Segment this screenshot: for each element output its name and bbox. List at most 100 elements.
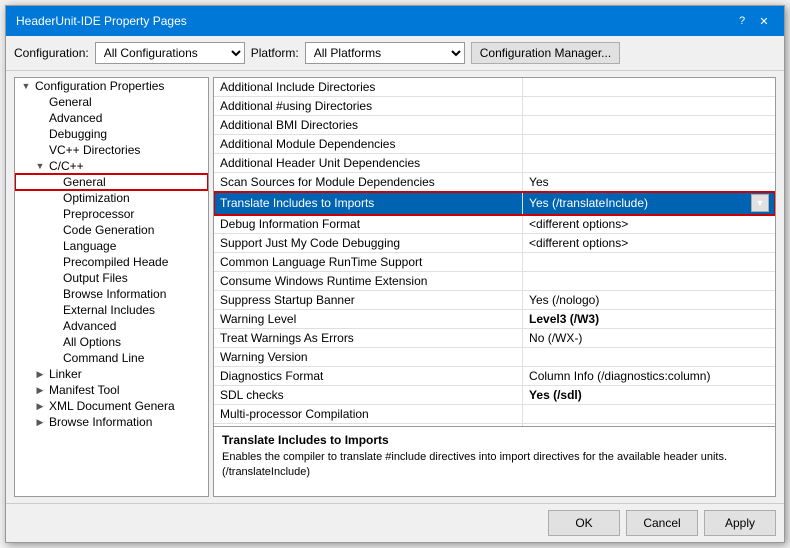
tree-label-browse-info2: Browse Information [47,415,152,429]
prop-value-cell[interactable]: Yes (/translateInclude)▼ [523,192,775,215]
tree-label-general: General [47,95,92,109]
tree-item-code-gen[interactable]: Code Generation [15,222,208,238]
prop-name-cell: Additional BMI Directories [214,116,523,135]
table-row[interactable]: Warning Version [214,348,775,367]
tree-item-cpp[interactable]: ▼C/C++ [15,158,208,174]
description-text: Enables the compiler to translate #inclu… [222,450,767,481]
table-row[interactable]: Suppress Startup BannerYes (/nologo) [214,291,775,310]
tree-label-manifest-tool: Manifest Tool [47,383,119,397]
configuration-select[interactable]: All Configurations [95,42,245,64]
prop-value-cell: Yes [523,173,775,192]
table-row[interactable]: Additional Include Directories [214,78,775,97]
tree-expand-browse-info [47,287,61,301]
table-row[interactable]: Consume Windows Runtime Extension [214,272,775,291]
bottom-bar: OK Cancel Apply [6,503,784,542]
tree-item-output-files[interactable]: Output Files [15,270,208,286]
tree-item-command-line[interactable]: Command Line [15,350,208,366]
table-row[interactable]: Additional #using Directories [214,97,775,116]
prop-name-cell: Additional Header Unit Dependencies [214,154,523,173]
table-row[interactable]: Diagnostics FormatColumn Info (/diagnost… [214,367,775,386]
tree-expand-debugging [33,127,47,141]
tree-item-debugging[interactable]: Debugging [15,126,208,142]
prop-name-cell: Additional Module Dependencies [214,135,523,154]
tree-item-optimization[interactable]: Optimization [15,190,208,206]
config-label: Configuration: [14,46,89,60]
tree-label-all-options: All Options [61,335,121,349]
tree-item-preprocessor[interactable]: Preprocessor [15,206,208,222]
prop-name-cell: Additional #using Directories [214,97,523,116]
dialog-title: HeaderUnit-IDE Property Pages [16,14,187,28]
tree-item-language[interactable]: Language [15,238,208,254]
tree-expand-optimization [47,191,61,205]
tree-item-config-props[interactable]: ▼Configuration Properties [15,78,208,94]
tree-label-vc-dirs: VC++ Directories [47,143,140,157]
table-row[interactable]: Debug Information Format<different optio… [214,215,775,234]
prop-name-cell: Warning Level [214,310,523,329]
tree-item-browse-info2[interactable]: ▶Browse Information [15,414,208,430]
tree-item-manifest-tool[interactable]: ▶Manifest Tool [15,382,208,398]
props-table-container: Additional Include DirectoriesAdditional… [214,78,775,426]
tree-expand-external-includes [47,303,61,317]
prop-name-cell: SDL checks [214,386,523,405]
config-manager-button[interactable]: Configuration Manager... [471,42,620,64]
table-row[interactable]: Common Language RunTime Support [214,253,775,272]
tree-label-cpp-advanced: Advanced [61,319,116,333]
prop-value-cell [523,405,775,424]
tree-label-language: Language [61,239,116,253]
table-row[interactable]: Multi-processor Compilation [214,405,775,424]
table-row[interactable]: SDL checksYes (/sdl) [214,386,775,405]
tree-item-linker[interactable]: ▶Linker [15,366,208,382]
ok-button[interactable]: OK [548,510,620,536]
prop-value-cell [523,154,775,173]
tree-label-advanced: Advanced [47,111,102,125]
toolbar: Configuration: All Configurations Platfo… [6,36,784,71]
tree-label-cpp: C/C++ [47,159,84,173]
table-row[interactable]: Treat Warnings As ErrorsNo (/WX-) [214,329,775,348]
tree-label-browse-info: Browse Information [61,287,166,301]
prop-name-cell: Additional Include Directories [214,78,523,97]
apply-button[interactable]: Apply [704,510,776,536]
tree-expand-code-gen [47,223,61,237]
prop-dropdown-arrow[interactable]: ▼ [751,194,769,212]
close-button[interactable]: ✕ [754,12,774,30]
tree-item-cpp-advanced[interactable]: Advanced [15,318,208,334]
tree-item-general[interactable]: General [15,94,208,110]
prop-value-cell: Yes (/sdl) [523,386,775,405]
prop-value-cell [523,116,775,135]
prop-value-cell [523,253,775,272]
tree-item-browse-info[interactable]: Browse Information [15,286,208,302]
table-row[interactable]: Translate Includes to ImportsYes (/trans… [214,192,775,215]
tree-item-precompiled[interactable]: Precompiled Heade [15,254,208,270]
main-area: ▼Configuration PropertiesGeneralAdvanced… [6,71,784,503]
platform-label: Platform: [251,46,299,60]
tree-expand-all-options [47,335,61,349]
table-row[interactable]: Additional Module Dependencies [214,135,775,154]
tree-expand-vc-dirs [33,143,47,157]
table-row[interactable]: Additional Header Unit Dependencies [214,154,775,173]
cancel-button[interactable]: Cancel [626,510,698,536]
prop-value-cell [523,272,775,291]
tree-label-command-line: Command Line [61,351,144,365]
prop-name-cell: Treat Warnings As Errors [214,329,523,348]
tree-item-external-includes[interactable]: External Includes [15,302,208,318]
tree-expand-config-props: ▼ [19,79,33,93]
tree-label-precompiled: Precompiled Heade [61,255,168,269]
prop-name-cell: Scan Sources for Module Dependencies [214,173,523,192]
tree-item-xml-doc[interactable]: ▶XML Document Genera [15,398,208,414]
tree-expand-precompiled [47,255,61,269]
tree-label-cpp-general: General [61,175,106,189]
table-row[interactable]: Warning LevelLevel3 (/W3) [214,310,775,329]
tree-expand-advanced [33,111,47,125]
help-button[interactable]: ? [732,12,752,30]
tree-label-preprocessor: Preprocessor [61,207,134,221]
tree-item-advanced[interactable]: Advanced [15,110,208,126]
table-row[interactable]: Additional BMI Directories [214,116,775,135]
tree-item-cpp-general[interactable]: General [15,174,208,190]
table-row[interactable]: Support Just My Code Debugging<different… [214,234,775,253]
tree-item-all-options[interactable]: All Options [15,334,208,350]
tree-expand-linker: ▶ [33,367,47,381]
tree-item-vc-dirs[interactable]: VC++ Directories [15,142,208,158]
properties-table: Additional Include DirectoriesAdditional… [214,78,775,426]
platform-select[interactable]: All Platforms [305,42,465,64]
table-row[interactable]: Scan Sources for Module DependenciesYes [214,173,775,192]
